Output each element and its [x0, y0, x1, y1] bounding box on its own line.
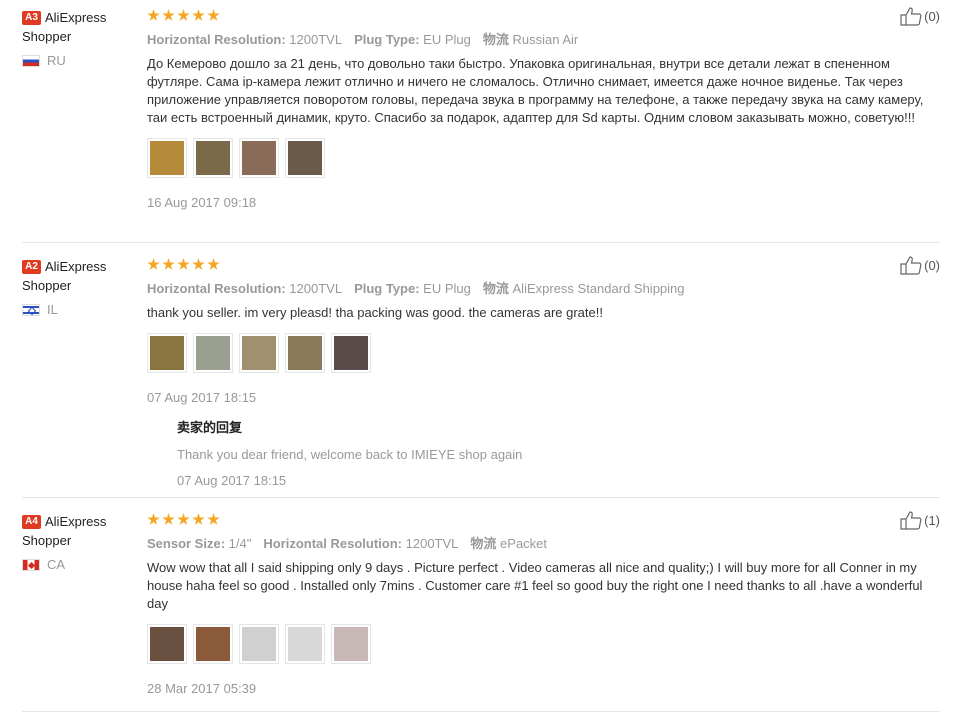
review-photo-thumbnail[interactable] [193, 138, 233, 178]
seller-reply-title: 卖家的回复 [177, 420, 243, 435]
star-icon [207, 258, 220, 270]
star-icon [162, 258, 175, 270]
review-photo-thumbnail[interactable] [331, 333, 371, 373]
country-code: CA [47, 557, 66, 572]
helpful-button[interactable]: (0) [900, 255, 940, 275]
review-text: thank you seller. im very pleasd! tha pa… [147, 305, 603, 320]
seller-reply: 卖家的回复 Thank you dear friend, welcome bac… [177, 417, 937, 488]
country-flag-icon [22, 558, 40, 571]
review-photos [147, 624, 937, 664]
product-attribute: Horizontal Resolution: 1200TVL [147, 32, 343, 47]
star-icon [207, 513, 220, 525]
star-icon [177, 513, 190, 525]
buyer-level-badge: A4 [22, 515, 41, 529]
review-photos [147, 333, 937, 373]
review-item: A4 AliExpress Shopper CA Sensor Size: 1/4… [22, 510, 940, 712]
star-icon [177, 9, 190, 21]
review-item: A2 AliExpress Shopper IL Horizontal Resol… [22, 255, 940, 498]
review-content: Sensor Size: 1/4" Horizontal Resolution: … [147, 512, 937, 696]
star-icon [147, 513, 160, 525]
review-photo-thumbnail[interactable] [239, 138, 279, 178]
star-rating [147, 257, 937, 273]
star-icon [162, 9, 175, 21]
review-photo-thumbnail[interactable] [285, 624, 325, 664]
product-attribute: Sensor Size: 1/4" [147, 536, 252, 551]
review-photo-thumbnail[interactable] [285, 138, 325, 178]
star-icon [147, 9, 160, 21]
star-icon [207, 9, 220, 21]
star-rating [147, 512, 937, 528]
product-attribute: 物流 ePacket [470, 536, 548, 551]
star-icon [162, 513, 175, 525]
review-date: 28 Mar 2017 05:39 [147, 681, 257, 696]
review-photo-thumbnail[interactable] [147, 624, 187, 664]
country-code: IL [47, 302, 58, 317]
review-item: A3 AliExpress Shopper RU Horizontal Resol… [22, 6, 940, 243]
review-photo-thumbnail[interactable] [193, 624, 233, 664]
review-date: 07 Aug 2017 18:15 [147, 390, 257, 405]
product-attributes: Horizontal Resolution: 1200TVL Plug Type:… [147, 280, 937, 297]
review-content: Horizontal Resolution: 1200TVL Plug Type:… [147, 257, 937, 488]
review-content: Horizontal Resolution: 1200TVL Plug Type:… [147, 8, 937, 210]
seller-reply-date: 07 Aug 2017 18:15 [177, 473, 287, 488]
review-photo-thumbnail[interactable] [239, 624, 279, 664]
product-attribute: Plug Type: EU Plug [354, 32, 471, 47]
star-icon [192, 513, 205, 525]
product-attribute: Horizontal Resolution: 1200TVL [263, 536, 459, 551]
helpful-count: (0) [924, 257, 940, 273]
product-attribute: Horizontal Resolution: 1200TVL [147, 281, 343, 296]
review-photo-thumbnail[interactable] [147, 333, 187, 373]
product-attributes: Sensor Size: 1/4" Horizontal Resolution: … [147, 535, 937, 552]
reviewer-info: A4 AliExpress Shopper CA [22, 512, 137, 572]
helpful-count: (1) [924, 512, 940, 528]
star-icon [177, 258, 190, 270]
star-rating [147, 8, 937, 24]
country-flag-icon [22, 303, 40, 316]
review-photo-thumbnail[interactable] [147, 138, 187, 178]
review-photos [147, 138, 937, 178]
review-date: 16 Aug 2017 09:18 [147, 195, 257, 210]
country-code: RU [47, 53, 66, 68]
reviewer-country: RU [22, 53, 137, 68]
product-attribute: 物流 Russian Air [482, 32, 579, 47]
reviewer-country: CA [22, 557, 137, 572]
product-attribute: Plug Type: EU Plug [354, 281, 471, 296]
review-photo-thumbnail[interactable] [285, 333, 325, 373]
country-flag-icon [22, 54, 40, 67]
buyer-level-badge: A3 [22, 11, 41, 25]
star-icon [192, 258, 205, 270]
star-icon [147, 258, 160, 270]
helpful-button[interactable]: (1) [900, 510, 940, 530]
thumbs-up-icon [900, 256, 922, 275]
product-attribute: 物流 AliExpress Standard Shipping [482, 281, 685, 296]
reviewer-info: A2 AliExpress Shopper IL [22, 257, 137, 317]
reviewer-info: A3 AliExpress Shopper RU [22, 8, 137, 68]
star-icon [192, 9, 205, 21]
review-photo-thumbnail[interactable] [239, 333, 279, 373]
product-attributes: Horizontal Resolution: 1200TVL Plug Type:… [147, 31, 937, 48]
review-photo-thumbnail[interactable] [193, 333, 233, 373]
seller-reply-text: Thank you dear friend, welcome back to I… [177, 447, 523, 462]
review-text: До Кемерово дошло за 21 день, что доволь… [147, 56, 924, 125]
review-photo-thumbnail[interactable] [331, 624, 371, 664]
helpful-count: (0) [924, 8, 940, 24]
buyer-level-badge: A2 [22, 260, 41, 274]
thumbs-up-icon [900, 7, 922, 26]
thumbs-up-icon [900, 511, 922, 530]
helpful-button[interactable]: (0) [900, 6, 940, 26]
reviewer-country: IL [22, 302, 137, 317]
review-text: Wow wow that all I said shipping only 9 … [147, 560, 923, 611]
